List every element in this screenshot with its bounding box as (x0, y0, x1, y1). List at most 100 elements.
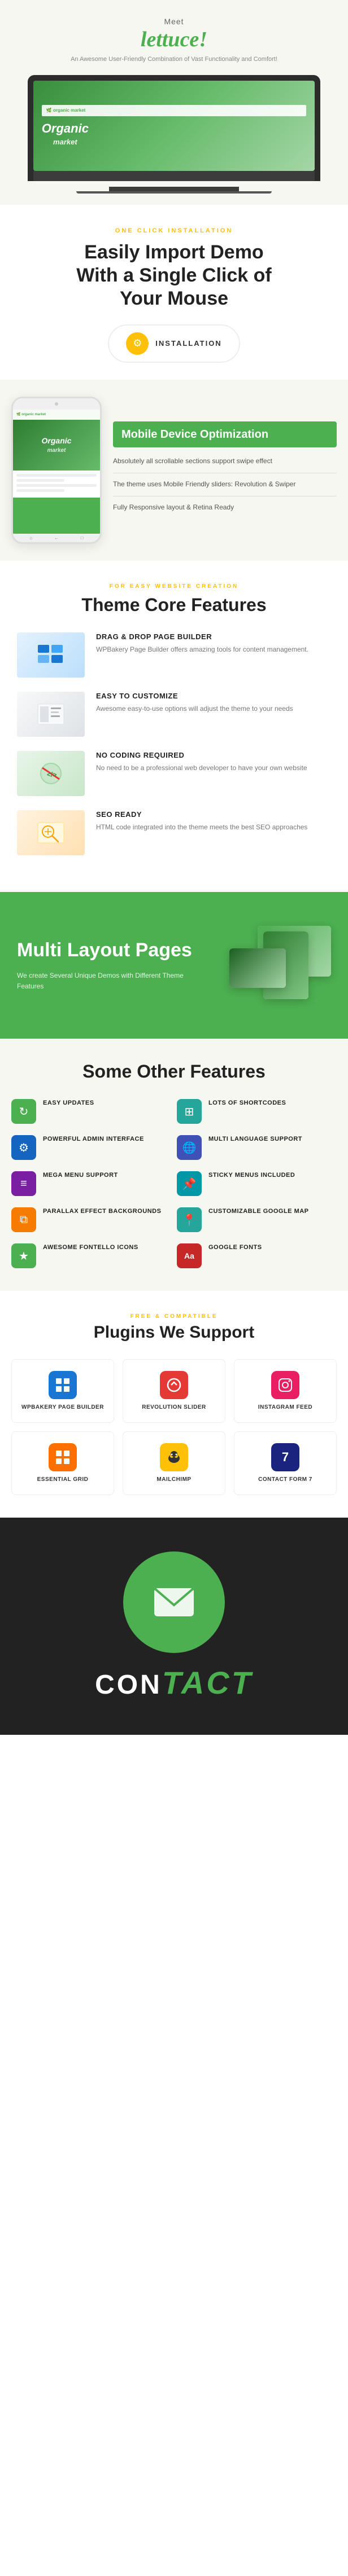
plugins-label: FREE & COMPATIBLE (11, 1313, 337, 1320)
laptop-foot (76, 191, 272, 194)
plugins-section: FREE & COMPATIBLE Plugins We Support WPB… (0, 1291, 348, 1518)
phone-nav: 🌿 organic market (13, 410, 100, 420)
phone-bottom-bar: ⌂ ← □ (13, 534, 100, 542)
mobile-feature-text-3: Fully Responsive layout & Retina Ready (113, 502, 337, 512)
laptop-hero-content: Organic market (42, 121, 89, 147)
multi-layout-text: Multi Layout Pages We create Several Uni… (17, 939, 195, 992)
feature-image-coding: </> (17, 751, 85, 796)
revolution-name: REVOLUTION SLIDER (142, 1404, 206, 1411)
googlemap-text: CUSTOMIZABLE GOOGLE MAP (208, 1207, 309, 1215)
revolution-icon (160, 1371, 188, 1399)
contact-label: ConTACT (95, 1664, 253, 1701)
install-label: INSTALLATION (155, 339, 221, 348)
feature-title-easy: EASY TO CUSTOMIZE (96, 692, 331, 700)
hero-section: Meet lettuce! An Awesome User-Friendly C… (0, 0, 348, 205)
contact-icon (123, 1551, 225, 1653)
fontello-label: AWESOME FONTELLO ICONS (43, 1243, 138, 1251)
googlemap-label: CUSTOMIZABLE GOOGLE MAP (208, 1207, 309, 1215)
laptop-screen-inner: 🌿 organic market Organic market (33, 81, 315, 171)
phone-camera-dot (55, 402, 58, 406)
parallax-text: PARALLAX EFFECT BACKGROUNDS (43, 1207, 161, 1215)
easy-updates-text: EASY UPDATES (43, 1099, 94, 1107)
mobile-text: Mobile Device Optimization Absolutely al… (113, 421, 337, 519)
phone-bar-4 (16, 489, 64, 492)
phone-bar-2 (16, 479, 64, 482)
googlefonts-text: GOOGLE FONTS (208, 1243, 262, 1251)
fontello-text: AWESOME FONTELLO ICONS (43, 1243, 138, 1251)
phone-banner: Organic market (13, 420, 100, 471)
megamenu-text: MEGA MENU SUPPORT (43, 1171, 118, 1179)
installation-button[interactable]: ⚙ INSTALLATION (108, 324, 240, 363)
multi-layout-desc: We create Several Unique Demos with Diff… (17, 970, 195, 992)
install-icon: ⚙ (126, 332, 149, 355)
admin-label: POWERFUL ADMIN INTERFACE (43, 1135, 144, 1143)
instagram-name: INSTAGRAM FEED (258, 1404, 312, 1411)
feature-img-coding-icon: </> (17, 751, 85, 796)
feature-img-drag-icon (17, 632, 85, 678)
one-click-section: ONE CLICK INSTALLATION Easily Import Dem… (0, 205, 348, 379)
googlefonts-label: GOOGLE FONTS (208, 1243, 262, 1251)
easy-updates-label: EASY UPDATES (43, 1099, 94, 1107)
megamenu-icon: ≡ (11, 1171, 36, 1196)
phone-home-icon: ⌂ (29, 535, 32, 540)
core-section: FOR EASY WEBSITE CREATION Theme Core Fea… (0, 561, 348, 892)
feature-img-seo-icon (17, 810, 85, 855)
install-icon-symbol: ⚙ (133, 337, 142, 349)
sticky-text: STICKY MENUS INCLUDED (208, 1171, 295, 1179)
feature-item-parallax: ⧉ PARALLAX EFFECT BACKGROUNDS (11, 1207, 171, 1232)
mobile-feature-2: The theme uses Mobile Friendly sliders: … (113, 479, 337, 489)
essential-name: ESSENTIAL GRID (37, 1476, 89, 1483)
feature-text-easy: EASY TO CUSTOMIZE Awesome easy-to-use op… (96, 692, 331, 714)
parallax-icon: ⧉ (11, 1207, 36, 1232)
feature-text-drag: DRAG & DROP PAGE BUILDER WPBakery Page B… (96, 632, 331, 655)
googlemap-icon: 📍 (177, 1207, 202, 1232)
instagram-icon (271, 1371, 299, 1399)
multi-layout-section: Multi Layout Pages We create Several Uni… (0, 892, 348, 1039)
mobile-title: Mobile Device Optimization (113, 421, 337, 447)
feature-title-seo: SEO READY (96, 810, 331, 819)
phone-top-bar (13, 398, 100, 410)
admin-icon: ⚙ (11, 1135, 36, 1160)
laptop-nav-logo: 🌿 organic market (46, 108, 86, 113)
feature-text-coding: NO CODING REQUIRED No need to be a profe… (96, 751, 331, 773)
shortcodes-label: LOTS OF SHORTCODES (208, 1099, 286, 1107)
shortcodes-text: LOTS OF SHORTCODES (208, 1099, 286, 1107)
feature-title-coding: NO CODING REQUIRED (96, 751, 331, 759)
device-card-inner-2 (229, 948, 286, 988)
phone-bar-3 (16, 484, 97, 487)
mailchimp-icon (160, 1443, 188, 1471)
svg-text:</>: </> (47, 771, 56, 779)
googlefonts-icon: Aa (177, 1243, 202, 1268)
parallax-label: PARALLAX EFFECT BACKGROUNDS (43, 1207, 161, 1215)
multilang-label: MULTI LANGUAGE SUPPORT (208, 1135, 302, 1143)
feature-img-easy-icon (17, 692, 85, 737)
feature-item-googlefonts: Aa GOOGLE FONTS (177, 1243, 337, 1268)
sticky-icon: 📌 (177, 1171, 202, 1196)
sticky-label: STICKY MENUS INCLUDED (208, 1171, 295, 1179)
feature-row-easy: EASY TO CUSTOMIZE Awesome easy-to-use op… (17, 692, 331, 737)
wpbakery-name: WPBAKERY PAGE BUILDER (21, 1404, 104, 1411)
feature-item-easy-updates: ↻ EASY UPDATES (11, 1099, 171, 1124)
laptop-mockup: 🌿 organic market Organic market (28, 75, 320, 181)
feature-desc-coding: No need to be a professional web develop… (96, 763, 331, 773)
feature-desc-seo: HTML code integrated into the theme meet… (96, 822, 331, 833)
admin-text: POWERFUL ADMIN INTERFACE (43, 1135, 144, 1143)
feature-row-seo: SEO READY HTML code integrated into the … (17, 810, 331, 855)
phone-back-icon: ← (54, 535, 59, 540)
easy-updates-icon: ↻ (11, 1099, 36, 1124)
phone-content (13, 471, 100, 498)
feature-desc-easy: Awesome easy-to-use options will adjust … (96, 704, 331, 714)
feature-row-coding: </> NO CODING REQUIRED No need to be a p… (17, 751, 331, 796)
laptop-nav: 🌿 organic market (42, 105, 306, 116)
phone-menu-icon: □ (81, 535, 84, 540)
wpbakery-icon (49, 1371, 77, 1399)
laptop-stand (109, 187, 239, 191)
fontello-icon: ★ (11, 1243, 36, 1268)
core-title: Theme Core Features (17, 594, 331, 616)
multilang-icon: 🌐 (177, 1135, 202, 1160)
core-label: FOR EASY WEBSITE CREATION (17, 583, 331, 590)
plugins-grid: WPBAKERY PAGE BUILDER REVOLUTION SLIDER … (11, 1359, 337, 1495)
feature-item-megamenu: ≡ MEGA MENU SUPPORT (11, 1171, 171, 1196)
mobile-feature-text-1: Absolutely all scrollable sections suppo… (113, 456, 337, 466)
hero-meet-text: Meet (11, 17, 337, 26)
